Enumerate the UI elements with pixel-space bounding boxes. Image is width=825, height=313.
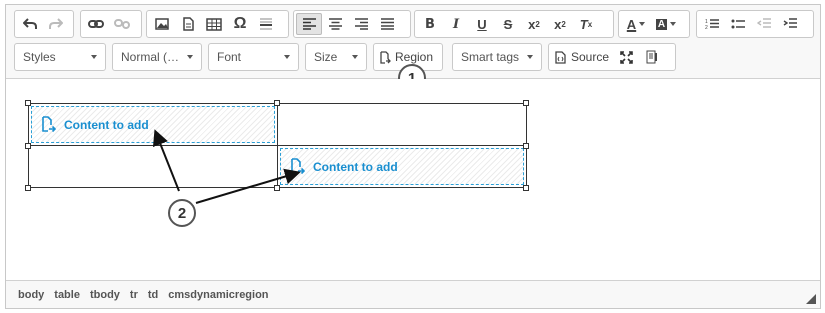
underline-icon[interactable]: U	[469, 13, 495, 35]
table-row: Content to add	[28, 103, 527, 146]
increase-indent-icon[interactable]	[777, 13, 803, 35]
insert-group: Ω	[146, 10, 289, 38]
region-icon	[380, 50, 391, 64]
smart-tags-dropdown-label: Smart tags	[461, 50, 520, 64]
chevron-down-icon	[91, 55, 97, 59]
editor-content-area[interactable]: Content to add Content to add 2	[6, 79, 820, 279]
table-icon[interactable]	[201, 13, 227, 35]
source-icon	[555, 50, 566, 64]
format-dropdown[interactable]: Normal (…	[112, 43, 202, 71]
content-region-label: Content to add	[64, 117, 149, 132]
resize-handle[interactable]	[274, 185, 280, 191]
editor-toolbar: Ω B I U S x2 x2 Tx A A 1 2 Styles Normal…	[6, 5, 820, 92]
maximize-icon[interactable]	[613, 46, 639, 68]
resize-handle[interactable]	[25, 100, 31, 106]
chevron-down-icon	[527, 55, 533, 59]
callout-badge-2: 2	[168, 199, 196, 227]
table-cell[interactable]: Content to add	[277, 145, 527, 188]
path-item-tbody[interactable]: tbody	[90, 289, 120, 301]
region-icon	[291, 158, 305, 175]
smart-tags-dropdown[interactable]: Smart tags	[452, 43, 542, 71]
unlink-icon[interactable]	[109, 13, 135, 35]
show-blocks-icon[interactable]	[639, 46, 665, 68]
undo-redo-group	[14, 10, 74, 38]
background-color-icon[interactable]: A	[651, 13, 681, 35]
content-region[interactable]: Content to add	[280, 148, 524, 185]
remove-format-icon[interactable]: Tx	[573, 13, 599, 35]
decrease-indent-icon[interactable]	[751, 13, 777, 35]
format-dropdown-label: Normal (…	[121, 50, 180, 64]
font-dropdown-label: Font	[217, 50, 242, 64]
undo-icon[interactable]	[17, 13, 43, 35]
table-cell[interactable]	[28, 145, 278, 188]
align-left-icon[interactable]	[296, 13, 322, 35]
source-group: Source	[548, 43, 676, 71]
rich-text-editor: Ω B I U S x2 x2 Tx A A 1 2 Styles Normal…	[5, 4, 821, 309]
subscript-icon[interactable]: x2	[521, 13, 547, 35]
text-color-icon[interactable]: A	[621, 13, 651, 35]
chevron-down-icon	[352, 55, 358, 59]
svg-text:2: 2	[705, 25, 708, 30]
table-cell[interactable]: Content to add	[28, 103, 278, 146]
alignment-group	[293, 10, 411, 38]
resize-grip-icon[interactable]	[806, 294, 816, 304]
path-item-body[interactable]: body	[18, 289, 44, 301]
resize-handle[interactable]	[523, 185, 529, 191]
size-dropdown[interactable]: Size	[305, 43, 367, 71]
source-button-label: Source	[571, 50, 610, 64]
resize-handle[interactable]	[523, 100, 529, 106]
image-icon[interactable]	[149, 13, 175, 35]
font-dropdown[interactable]: Font	[208, 43, 299, 71]
chevron-down-icon	[187, 55, 193, 59]
bulleted-list-icon[interactable]	[725, 13, 751, 35]
link-icon[interactable]	[83, 13, 109, 35]
content-region-label: Content to add	[313, 159, 398, 174]
resize-handle[interactable]	[274, 100, 280, 106]
align-center-icon[interactable]	[322, 13, 348, 35]
link-group	[80, 10, 142, 38]
resize-handle[interactable]	[523, 143, 529, 149]
bold-icon[interactable]: B	[417, 13, 443, 35]
horizontal-line-icon[interactable]	[253, 13, 279, 35]
path-item-tr[interactable]: tr	[130, 289, 138, 301]
text-format-group: B I U S x2 x2 Tx	[414, 10, 614, 38]
align-right-icon[interactable]	[348, 13, 374, 35]
content-region[interactable]: Content to add	[31, 106, 275, 143]
source-button[interactable]: Source	[551, 46, 613, 68]
region-icon	[42, 116, 56, 133]
size-dropdown-label: Size	[314, 50, 338, 64]
redo-icon[interactable]	[43, 13, 69, 35]
layout-table[interactable]: Content to add Content to add	[28, 103, 527, 188]
resize-handle[interactable]	[25, 143, 31, 149]
path-item-table[interactable]: table	[54, 289, 80, 301]
styles-dropdown[interactable]: Styles	[14, 43, 106, 71]
document-icon[interactable]	[175, 13, 201, 35]
path-item-cmsdynamicregion[interactable]: cmsdynamicregion	[168, 289, 268, 301]
italic-icon[interactable]: I	[443, 13, 469, 35]
justify-icon[interactable]	[374, 13, 400, 35]
numbered-list-icon[interactable]: 12	[699, 13, 725, 35]
region-button-label: Region	[395, 50, 434, 64]
table-row: Content to add	[28, 145, 527, 188]
list-group: 12	[696, 10, 814, 38]
color-group: A A	[618, 10, 690, 38]
resize-handle[interactable]	[25, 185, 31, 191]
path-item-td[interactable]: td	[148, 289, 158, 301]
table-cell[interactable]	[277, 103, 527, 146]
special-character-icon[interactable]: Ω	[227, 13, 253, 35]
chevron-down-icon	[284, 55, 290, 59]
superscript-icon[interactable]: x2	[547, 13, 573, 35]
styles-dropdown-label: Styles	[23, 50, 56, 64]
element-path-bar: body table tbody tr td cmsdynamicregion	[6, 280, 820, 308]
strikethrough-icon[interactable]: S	[495, 13, 521, 35]
